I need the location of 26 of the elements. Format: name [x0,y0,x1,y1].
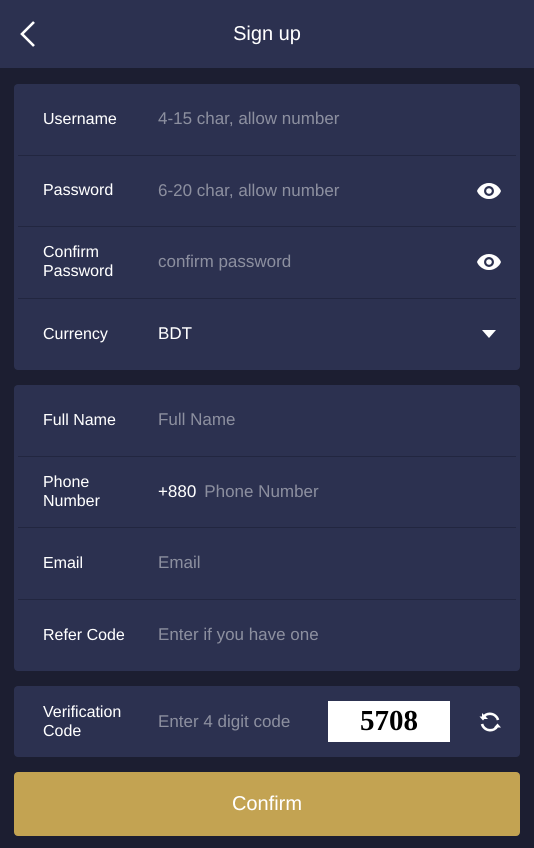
input-field[interactable]: confirm password [158,252,476,272]
captcha-code: 5708 [328,701,450,742]
eye-icon[interactable] [476,182,502,200]
input-field[interactable]: Phone Number [204,482,502,502]
caret-icon[interactable] [482,330,496,338]
refresh-icon[interactable] [478,710,502,734]
country-code: +880 [158,482,196,502]
input-field[interactable]: 4-15 char, allow number [158,109,502,130]
page-title: Sign up [233,22,301,46]
currency-select[interactable]: BDT [158,324,482,344]
back-icon[interactable] [18,20,38,48]
input-field[interactable]: Enter 4 digit code [158,712,328,732]
field-label: Email [43,554,84,573]
field-label: Phone Number [43,472,101,511]
field-label: Password [43,181,114,200]
input-field[interactable]: 6-20 char, allow number [158,180,476,201]
input-field[interactable]: Full Name [158,410,502,430]
eye-icon[interactable] [476,253,502,272]
field-label: Verification Code [43,702,122,740]
input-field[interactable]: Email [158,553,502,574]
field-label: Full Name [43,410,117,430]
field-label: Confirm Password [43,243,114,282]
field-label: Username [43,110,118,129]
field-label: Refer Code [43,626,126,645]
input-field[interactable]: Enter if you have one [158,625,502,646]
field-label: Currency [43,324,109,344]
